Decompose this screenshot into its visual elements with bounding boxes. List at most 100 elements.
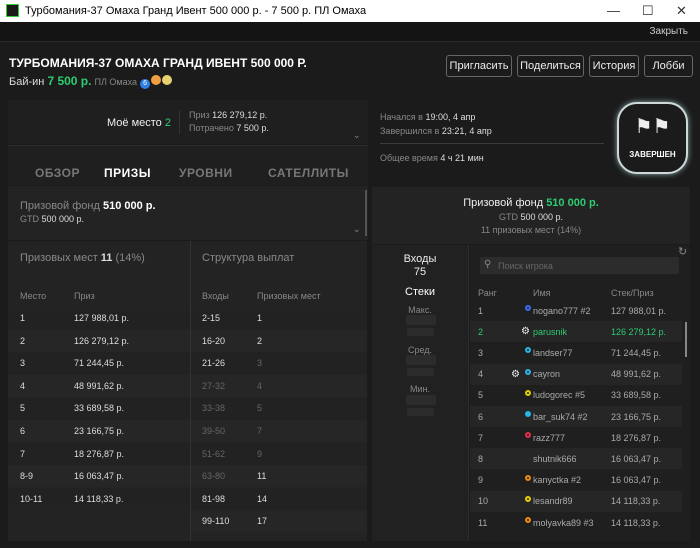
- player-row[interactable]: 4 ⚙ cayron 48 991,62 р.: [470, 363, 682, 385]
- player-prize: 127 988,01 р.: [611, 305, 667, 316]
- col-places: Призовых мест: [257, 291, 321, 301]
- buyin-info: Бай-ин 7 500 р. ПЛ Омаха 6: [9, 74, 173, 89]
- player-row[interactable]: 7 razz777 18 276,87 р.: [470, 427, 682, 449]
- places-cell: 17: [257, 516, 268, 527]
- player-row[interactable]: 1 nogano777 #2 127 988,01 р.: [470, 300, 682, 321]
- col-stack[interactable]: Стек/Приз: [611, 288, 654, 298]
- app-logo-icon: [6, 4, 19, 17]
- player-prize: 18 276,87 р.: [611, 432, 662, 443]
- close-window-button[interactable]: ✕: [676, 3, 687, 19]
- status-dot-icon: [525, 495, 531, 502]
- my-result-panel: Моё место 2 Приз 126 279,12 р. Потрачено…: [8, 100, 368, 144]
- status-dot-icon: [525, 474, 531, 481]
- share-button[interactable]: Поделиться: [517, 55, 584, 77]
- prize-row: 4 48 991,62 р.: [8, 374, 190, 397]
- player-name: shutnik666: [533, 453, 577, 464]
- entries-cell: 33-38: [202, 403, 226, 414]
- total-time: Общее время 4 ч 21 мин: [380, 153, 484, 163]
- places-cell: 3: [257, 358, 263, 369]
- player-row[interactable]: 5 ludogorec #5 33 689,58 р.: [470, 384, 682, 406]
- start-time: Начался в 19:00, 4 апр: [380, 112, 476, 122]
- maximize-button[interactable]: ☐: [642, 3, 654, 19]
- chevron-down-icon[interactable]: ⌄: [353, 130, 361, 141]
- place-cell: 4: [20, 380, 26, 391]
- prize-row: 2 126 279,12 р.: [8, 329, 190, 352]
- player-name: bar_suk74 #2: [533, 411, 588, 422]
- col-name[interactable]: Имя: [533, 288, 551, 298]
- status-dot-icon: [525, 411, 531, 417]
- chevron-down-icon[interactable]: ⌄: [353, 224, 361, 235]
- rank-cell: 10: [478, 496, 489, 507]
- buyin-label: Бай-ин: [9, 76, 45, 88]
- player-row[interactable]: 10 lesandr89 14 118,33 р.: [470, 490, 682, 512]
- player-row[interactable]: 3 landser77 71 244,45 р.: [470, 342, 682, 364]
- tab-overview[interactable]: ОБЗОР: [35, 166, 80, 180]
- player-row[interactable]: 9 kanyctka #2 16 063,47 р.: [470, 469, 682, 491]
- close-link[interactable]: Закрыть: [649, 26, 688, 37]
- prize-row: 7 18 276,87 р.: [8, 442, 190, 465]
- minimize-button[interactable]: —: [607, 3, 620, 18]
- places-cell: 2: [257, 335, 263, 346]
- place-cell: 7: [20, 448, 26, 459]
- player-name: kanyctka #2: [533, 475, 582, 486]
- entries-cell: 21-26: [202, 358, 226, 369]
- player-row[interactable]: 2 ⚙ parusnik 126 279,12 р.: [470, 321, 682, 343]
- tab-prizes[interactable]: ПРИЗЫ: [104, 166, 151, 180]
- entries-label: Входы: [403, 253, 437, 265]
- player-name: ludogorec #5: [533, 390, 586, 401]
- structure-row: 33-38 5: [191, 397, 367, 420]
- player-name: parusnik: [533, 326, 568, 337]
- structure-row: 39-50 7: [191, 420, 367, 442]
- scrollbar[interactable]: [365, 190, 367, 236]
- status-label: ЗАВЕРШЕН: [629, 150, 676, 159]
- player-name: cayron: [533, 369, 561, 380]
- structure-row: 63-80 11: [191, 465, 367, 488]
- tab-levels[interactable]: УРОВНИ: [179, 166, 233, 180]
- entries-cell: 63-80: [202, 471, 226, 482]
- divider: [380, 143, 604, 144]
- prize-row: 1 127 988,01 р.: [8, 307, 190, 329]
- prize-cell: 127 988,01 р.: [74, 313, 130, 323]
- lobby-button[interactable]: Лобби: [644, 55, 693, 77]
- entries-cell: 39-50: [202, 426, 226, 436]
- entries-cell: 2-15: [202, 313, 221, 323]
- player-name: lesandr89: [533, 496, 573, 507]
- invite-button[interactable]: Пригласить: [446, 55, 512, 77]
- entries-cell: 99-110: [202, 516, 230, 527]
- prize-pool-label: Призовой фонд: [20, 200, 100, 212]
- player-row[interactable]: 6 bar_suk74 #2 23 166,75 р.: [470, 406, 682, 427]
- prize-row: 6 23 166,75 р.: [8, 420, 190, 442]
- player-prize: 71 244,45 р.: [611, 347, 662, 358]
- history-button[interactable]: История: [589, 55, 639, 77]
- places-cell: 11: [257, 471, 267, 482]
- player-row[interactable]: 11 molyavka89 #3 14 118,33 р.: [470, 512, 682, 533]
- player-prize: 14 118,33 р.: [611, 496, 661, 507]
- entries-panel: Входы 75 Стеки Макс. Сред. Мин.: [372, 245, 469, 541]
- player-prize: 16 063,47 р.: [611, 475, 662, 486]
- prize-pool-value: 510 000 р.: [546, 197, 599, 209]
- players-panel: ↻ ⚲ Поиск игрока Ранг Имя Стек/Приз 1 nog…: [470, 245, 690, 541]
- places-cell: 4: [257, 380, 263, 391]
- rank-cell: 3: [478, 347, 484, 358]
- player-search-input[interactable]: ⚲ Поиск игрока: [480, 257, 679, 274]
- status-dot-icon: [525, 517, 531, 523]
- player-row[interactable]: 8 shutnik666 16 063,47 р.: [470, 448, 682, 470]
- divider: [179, 110, 180, 134]
- place-cell: 6: [20, 426, 26, 436]
- game-type: ПЛ Омаха: [94, 77, 138, 87]
- end-time: Завершился в 23:21, 4 апр: [380, 126, 492, 136]
- entries-cell: 27-32: [202, 380, 226, 391]
- places-cell: 5: [257, 403, 263, 414]
- search-placeholder: Поиск игрока: [498, 261, 553, 271]
- refresh-icon[interactable]: ↻: [678, 245, 687, 258]
- status-dot-icon: [525, 389, 531, 396]
- tournament-title: ТУРБОМАНИЯ-37 ОМАХА ГРАНД ИВЕНТ 500 000 …: [9, 56, 307, 70]
- col-rank[interactable]: Ранг: [478, 288, 497, 298]
- status-dot-icon: [525, 432, 531, 439]
- prize-cell: 18 276,87 р.: [74, 448, 125, 459]
- checkered-flags-icon: ⚑⚑: [634, 116, 671, 138]
- prize-places-table: Призовых мест 11 (14%) Место Приз 1 127 9…: [8, 241, 190, 541]
- tab-satellites[interactable]: САТЕЛЛИТЫ: [268, 166, 349, 180]
- scrollbar[interactable]: [685, 322, 687, 357]
- col-entries: Входы: [202, 291, 229, 301]
